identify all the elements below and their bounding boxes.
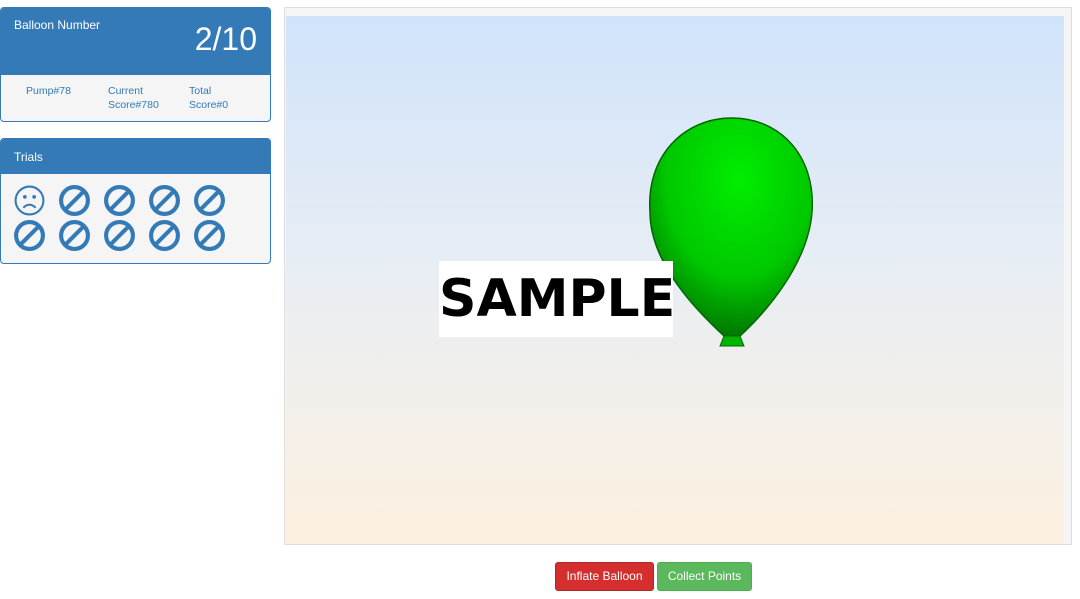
sad-face-icon [14, 185, 45, 216]
current-score-value: Score#780 [108, 99, 159, 111]
total-score: Total Score#0 [189, 84, 259, 112]
prohibited-icon [149, 220, 180, 251]
total-score-label: Total [189, 85, 212, 97]
sample-watermark: SAMPLE [439, 261, 675, 337]
trials-panel: Trials [0, 138, 271, 264]
inflate-balloon-button[interactable]: Inflate Balloon [555, 562, 654, 591]
prohibited-icon [59, 185, 90, 216]
balloon-number-panel: Balloon Number 2/10 Pump#78 Current Scor… [0, 7, 271, 122]
collect-points-button[interactable]: Collect Points [657, 562, 752, 591]
prohibited-icon [14, 220, 45, 251]
current-score: Current Score#780 [108, 84, 178, 112]
game-area: SAMPLE [284, 7, 1072, 545]
balloon-number-header: Balloon Number 2/10 [1, 8, 270, 75]
current-score-label: Current [108, 85, 144, 97]
prohibited-icon [149, 185, 180, 216]
balloon-number-value: 2/10 [194, 21, 257, 57]
pump-count-text: Pump#78 [26, 85, 71, 97]
prohibited-icon [104, 185, 135, 216]
prohibited-icon [194, 185, 225, 216]
total-score-value: Score#0 [189, 99, 229, 111]
sky-canvas: SAMPLE [286, 16, 1064, 544]
prohibited-icon [194, 220, 225, 251]
prohibited-icon [59, 220, 90, 251]
prohibited-icon [104, 220, 135, 251]
balloon-number-label: Balloon Number [14, 18, 101, 32]
trials-header: Trials [1, 139, 270, 174]
pump-count: Pump#78 [26, 84, 96, 98]
trials-title: Trials [14, 150, 43, 164]
score-stats: Pump#78 Current Score#780 Total Score#0 [1, 75, 270, 121]
